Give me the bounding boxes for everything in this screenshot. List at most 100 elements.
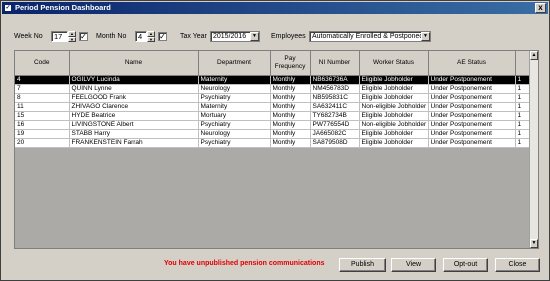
table-cell: SA879508D	[310, 138, 360, 148]
table-row[interactable]: 11 ZHIVAGO Clarence Maternity Monthly SA6324…	[15, 102, 531, 112]
table-cell: Psychiatry	[198, 93, 271, 103]
vertical-scrollbar[interactable]: ▲ ▼	[529, 51, 538, 248]
table-cell: 1	[515, 75, 531, 85]
table-cell: QUINN Lynne	[69, 84, 199, 94]
month-checkbox[interactable]: ✓	[158, 32, 167, 41]
table-cell: Eligible Jobholder	[359, 111, 429, 121]
optout-button[interactable]: Opt-out	[443, 258, 488, 272]
table-cell: Eligible Jobholder	[359, 75, 429, 85]
week-spinner[interactable]: ▲ ▼	[68, 31, 76, 42]
table-cell: Psychiatry	[198, 138, 271, 148]
employees-value: Automatically Enrolled & Postponed	[312, 33, 424, 40]
employee-table: Code Name Department Pay Frequency NI Number…	[15, 51, 531, 148]
month-input[interactable]: 4	[135, 31, 147, 42]
table-cell: 1	[515, 93, 531, 103]
column-header[interactable]: Pay Frequency	[270, 51, 311, 76]
table-row[interactable]: 15 HYDE Beatrice Mortuary Monthly TY682734B E…	[15, 111, 531, 121]
table-cell: 1	[515, 129, 531, 139]
table-cell: Monthly	[270, 102, 311, 112]
table-row[interactable]: 7 QUINN Lynne Neurology Monthly NM456783D Eli…	[15, 84, 531, 94]
column-header[interactable]: Name	[69, 51, 199, 76]
table-cell: Under Postponement	[428, 75, 516, 85]
table-cell: Eligible Jobholder	[359, 84, 429, 94]
table-row[interactable]: 19 STABB Harry Neurology Monthly JA665082C El…	[15, 129, 531, 139]
chevron-down-icon[interactable]: ▼	[250, 32, 259, 41]
month-spinner[interactable]: ▲ ▼	[147, 31, 155, 42]
table-cell: Maternity	[198, 75, 271, 85]
scroll-up-icon[interactable]: ▲	[530, 51, 538, 60]
table-cell: Under Postponement	[428, 102, 516, 112]
table-row[interactable]: 20 FRANKENSTEIN Farrah Psychiatry Monthly SA…	[15, 138, 531, 148]
table-cell: NB595831C	[310, 93, 360, 103]
column-header[interactable]: Worker Status	[359, 51, 429, 76]
table-cell: Neurology	[198, 129, 271, 139]
table-cell: OGILVY Lucinda	[69, 75, 199, 85]
table-cell: 1	[515, 138, 531, 148]
table-cell: 1	[515, 120, 531, 130]
tax-year-select[interactable]: 2015/2016 ▼	[210, 31, 260, 42]
table-cell: JA665082C	[310, 129, 360, 139]
scroll-down-icon[interactable]: ▼	[530, 239, 538, 248]
table-cell: Monthly	[270, 138, 311, 148]
employees-select[interactable]: Automatically Enrolled & Postponed ▼	[309, 31, 431, 42]
week-input[interactable]: 17	[51, 31, 68, 42]
tax-year-label: Tax Year	[180, 33, 207, 40]
table-row[interactable]: 8 FEELGOOD Frank Psychiatry Monthly NB595831…	[15, 93, 531, 103]
publish-button[interactable]: Publish	[339, 258, 386, 272]
close-window-button[interactable]: x	[535, 3, 546, 13]
dashboard-window: ✓ Period Pension Dashboard x Week No 17 …	[0, 0, 550, 281]
table-cell: 8	[15, 93, 70, 103]
table-cell: Non-eligible Jobholder	[359, 102, 429, 112]
table-cell: Under Postponement	[428, 111, 516, 121]
table-cell: 19	[15, 129, 70, 139]
close-button[interactable]: Close	[495, 258, 540, 272]
column-header[interactable]: Code	[15, 51, 70, 76]
table-cell: NM456783D	[310, 84, 360, 94]
month-label: Month No	[96, 33, 127, 40]
table-row[interactable]: 16 LIVINGSTONE Albert Psychiatry Monthly PW7…	[15, 120, 531, 130]
table-cell: Eligible Jobholder	[359, 138, 429, 148]
table-cell: FEELGOOD Frank	[69, 93, 199, 103]
table-cell: ZHIVAGO Clarence	[69, 102, 199, 112]
employee-grid[interactable]: Code Name Department Pay Frequency NI Number…	[14, 50, 539, 249]
column-header[interactable]: NI Number	[310, 51, 360, 76]
table-cell: 7	[15, 84, 70, 94]
table-header: Code Name Department Pay Frequency NI Number…	[15, 51, 531, 76]
table-row[interactable]: 4 OGILVY Lucinda Maternity Monthly NB636736A…	[15, 75, 531, 85]
employees-label: Employees	[271, 33, 306, 40]
table-cell: HYDE Beatrice	[69, 111, 199, 121]
table-cell: 20	[15, 138, 70, 148]
spin-down-icon[interactable]: ▼	[147, 36, 155, 42]
table-cell: 1	[515, 84, 531, 94]
table-cell: STABB Harry	[69, 129, 199, 139]
table-cell: NB636736A	[310, 75, 360, 85]
column-header[interactable]	[515, 51, 531, 76]
chevron-down-icon[interactable]: ▼	[421, 32, 430, 41]
table-cell: TY682734B	[310, 111, 360, 121]
table-cell: 15	[15, 111, 70, 121]
week-checkbox[interactable]: ✓	[79, 32, 88, 41]
table-cell: Psychiatry	[198, 120, 271, 130]
table-cell: 1	[515, 111, 531, 121]
table-cell: SA632411C	[310, 102, 360, 112]
view-button[interactable]: View	[391, 258, 436, 272]
close-icon: x	[538, 3, 543, 12]
table-cell: 1	[515, 102, 531, 112]
table-cell: Eligible Jobholder	[359, 93, 429, 103]
spin-down-icon[interactable]: ▼	[68, 36, 76, 42]
table-cell: Under Postponement	[428, 138, 516, 148]
table-cell: 4	[15, 75, 70, 85]
table-cell: 16	[15, 120, 70, 130]
tax-year-value: 2015/2016	[213, 33, 247, 40]
table-cell: Neurology	[198, 84, 271, 94]
app-icon: ✓	[4, 4, 12, 12]
column-header[interactable]: Department	[198, 51, 271, 76]
table-cell: Under Postponement	[428, 120, 516, 130]
column-header[interactable]: AE Status	[428, 51, 516, 76]
table-cell: Monthly	[270, 84, 311, 94]
table-cell: Under Postponement	[428, 129, 516, 139]
table-cell: Non-eligible Jobholder	[359, 120, 429, 130]
table-cell: Monthly	[270, 120, 311, 130]
table-cell: 11	[15, 102, 70, 112]
table-cell: Monthly	[270, 111, 311, 121]
